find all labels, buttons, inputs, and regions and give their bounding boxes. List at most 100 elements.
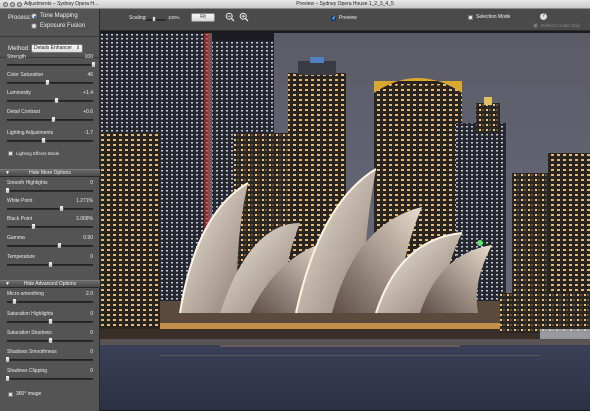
slider-value: 46: [87, 72, 93, 78]
image-360-checkbox[interactable]: [8, 391, 13, 397]
strength-slider[interactable]: Strength 100: [5, 54, 96, 70]
minimize-window-icon[interactable]: [10, 2, 15, 7]
adjustments-window-title: Adjustments – Sydney Opera H...: [24, 1, 99, 7]
selection-mode-checkbox[interactable]: [468, 14, 473, 20]
micro-smoothing-slider[interactable]: Micro-smoothing 2.0: [5, 291, 93, 307]
slider-track[interactable]: [7, 100, 93, 102]
slider-label: Luminosity: [7, 90, 31, 96]
slider-knob[interactable]: [48, 318, 53, 325]
selection-mode-row[interactable]: Selection Mode: [468, 14, 510, 20]
temperature-slider[interactable]: Temperature 0: [5, 254, 93, 270]
selection-mode-label: Selection Mode: [476, 14, 511, 20]
divider: [0, 36, 100, 37]
shadows-smoothness-slider[interactable]: Shadows Smoothness 0: [5, 349, 93, 365]
slider-knob[interactable]: [5, 187, 10, 194]
close-window-icon[interactable]: [3, 2, 8, 7]
slider-track[interactable]: [7, 190, 93, 192]
slider-track[interactable]: [7, 359, 93, 361]
hide-more-options-header[interactable]: ▼ Hide More Options: [0, 169, 100, 177]
preview-checkbox-row[interactable]: Preview: [331, 15, 357, 21]
reflect-locals-checkbox: [533, 23, 538, 28]
saturation-shadows-slider[interactable]: Saturation Shadows 0: [5, 330, 93, 346]
slider-track[interactable]: [7, 64, 93, 66]
slider-track[interactable]: [7, 301, 93, 303]
slider-track[interactable]: [7, 378, 93, 380]
exposure-fusion-label: Exposure Fusion: [40, 23, 86, 29]
slider-knob[interactable]: [48, 261, 53, 268]
preview-toolbar: Scaling: 100% Fit Preview Selection Mode…: [100, 9, 590, 31]
slider-knob[interactable]: [50, 116, 56, 123]
slider-knob[interactable]: [44, 79, 50, 86]
color-saturation-slider[interactable]: Color Saturation 46: [5, 72, 93, 88]
tone-mapping-radio-row[interactable]: Tone Mapping: [31, 13, 78, 19]
slider-label: White Point: [7, 198, 33, 204]
slider-label: Color Saturation: [7, 72, 44, 78]
slider-knob[interactable]: [48, 337, 53, 344]
lighting-effects-checkbox[interactable]: [8, 151, 13, 156]
exposure-fusion-radio-row[interactable]: Exposure Fusion: [31, 23, 85, 29]
slider-value: 0: [90, 330, 93, 336]
smooth-highlights-slider[interactable]: Smooth Highlights 0: [5, 180, 93, 196]
hide-advanced-options-header[interactable]: ▼ Hide Advanced Options: [0, 280, 100, 288]
exposure-fusion-radio[interactable]: [31, 23, 37, 29]
help-button[interactable]: ?: [540, 13, 547, 20]
slider-value: 3.068%: [76, 216, 93, 222]
zoom-out-icon[interactable]: [225, 12, 235, 22]
slider-knob[interactable]: [11, 298, 17, 305]
preview-label: Preview: [339, 15, 357, 21]
slider-knob[interactable]: [5, 356, 10, 363]
slider-knob[interactable]: [30, 223, 36, 230]
image-canvas[interactable]: SHANGRI-LA HOTEL: [100, 31, 590, 411]
section-title: Hide More Options: [29, 170, 71, 176]
zoom-window-icon[interactable]: [17, 2, 22, 7]
image-360-row[interactable]: 360° image: [8, 391, 41, 397]
black-point-slider[interactable]: Black Point 3.068%: [5, 216, 93, 232]
scaling-slider-track[interactable]: [146, 19, 166, 21]
slider-value: 0: [90, 311, 93, 317]
slider-track[interactable]: [7, 119, 93, 121]
slider-knob[interactable]: [59, 205, 65, 212]
slider-knob[interactable]: [41, 137, 47, 144]
slider-track[interactable]: [7, 245, 93, 247]
adjustments-titlebar: Adjustments – Sydney Opera H...: [0, 0, 100, 9]
slider-knob[interactable]: [54, 97, 60, 104]
preview-window-title: Preview – Sydney Opera House 1_2_3_4_5: [296, 1, 394, 7]
gamma-slider[interactable]: Gamma 0.90: [5, 235, 93, 251]
slider-track[interactable]: [7, 208, 93, 210]
slider-value: +1.4: [83, 90, 93, 96]
scaling-slider-knob[interactable]: [152, 16, 156, 22]
luminosity-slider[interactable]: Luminosity +1.4: [5, 90, 93, 106]
zoom-in-icon[interactable]: [239, 12, 249, 22]
reflect-locals-label: Reflect Locals Only: [541, 23, 580, 28]
scaling-value: 100%: [168, 15, 180, 20]
saturation-highlights-slider[interactable]: Saturation Highlights 0: [5, 311, 93, 327]
tone-mapping-label: Tone Mapping: [40, 13, 78, 19]
slider-value: 1.271%: [76, 198, 93, 204]
preview-titlebar: Preview – Sydney Opera House 1_2_3_4_5: [100, 0, 590, 9]
detail-contrast-slider[interactable]: Detail Contrast +0.6: [5, 109, 93, 125]
fit-button[interactable]: Fit: [191, 13, 215, 22]
slider-knob[interactable]: [5, 375, 10, 382]
preview-photo: SHANGRI-LA HOTEL: [100, 33, 590, 410]
slider-value: 0: [90, 349, 93, 355]
slider-knob[interactable]: [56, 242, 62, 249]
lighting-effects-mode-row[interactable]: Lighting Effects Mode: [8, 151, 59, 156]
shadows-clipping-slider[interactable]: Shadows Clipping 0: [5, 368, 93, 384]
white-point-slider[interactable]: White Point 1.271%: [5, 198, 93, 214]
slider-knob[interactable]: [91, 61, 96, 68]
slider-label: Strength: [7, 54, 26, 60]
slider-track[interactable]: [7, 226, 93, 228]
window-controls: [3, 2, 22, 7]
slider-value: 0: [90, 180, 93, 186]
lighting-adjustments-slider[interactable]: Lighting Adjustments -1.7: [5, 130, 93, 146]
lighting-effects-label: Lighting Effects Mode: [16, 151, 60, 156]
slider-track[interactable]: [7, 140, 93, 142]
method-label: Method:: [8, 46, 30, 52]
slider-label: Lighting Adjustments: [7, 130, 54, 136]
method-select[interactable]: Details Enhancer ⇕: [31, 44, 83, 53]
preview-checkbox[interactable]: [331, 15, 336, 21]
sydney-opera-house-photo: SHANGRI-LA HOTEL: [100, 33, 590, 410]
slider-track[interactable]: [7, 82, 93, 84]
method-select-value: Details Enhancer: [34, 45, 73, 51]
tone-mapping-radio[interactable]: [31, 13, 37, 19]
